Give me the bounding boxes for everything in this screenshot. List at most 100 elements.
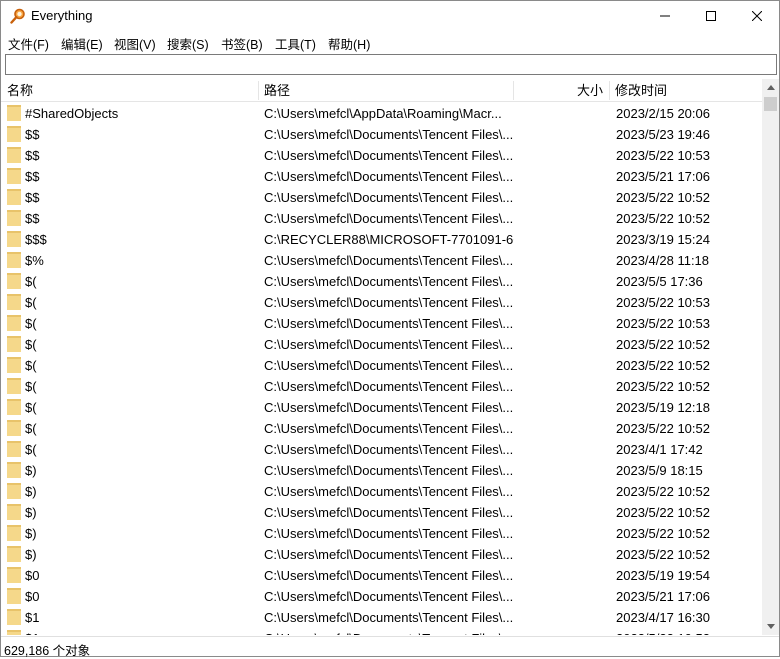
table-row[interactable]: $0 C:\Users\mefcl\Documents\Tencent Files… [1, 565, 762, 586]
folder-icon [7, 378, 21, 394]
file-modified: 2023/5/22 10:53 [616, 316, 710, 331]
table-row[interactable]: $) C:\Users\mefcl\Documents\Tencent Files… [1, 523, 762, 544]
folder-icon [7, 231, 21, 247]
file-path: C:\Users\mefcl\Documents\Tencent Files\.… [264, 505, 514, 520]
file-modified: 2023/5/9 18:15 [616, 463, 703, 478]
maximize-icon [706, 11, 716, 21]
magnifier-icon [10, 8, 25, 24]
table-row[interactable]: $$ C:\Users\mefcl\Documents\Tencent Files… [1, 166, 762, 187]
file-path: C:\Users\mefcl\Documents\Tencent Files\.… [264, 211, 514, 226]
results-list[interactable]: #SharedObjects C:\Users\mefcl\AppData\Roa… [1, 103, 762, 635]
app-window: Everything 文件(F) 编辑(E) 视图(V) 搜索(S) 书签(B)… [0, 0, 780, 658]
chevron-down-icon [766, 624, 775, 629]
table-row[interactable]: $(C:\Users\mefcl\Documents\Tencent Files… [1, 355, 762, 376]
file-path: C:\Users\mefcl\Documents\Tencent Files\.… [264, 295, 514, 310]
folder-icon [7, 336, 21, 352]
folder-icon [7, 126, 21, 142]
file-name: $) [25, 526, 37, 541]
vertical-scrollbar[interactable] [762, 79, 779, 635]
scroll-thumb[interactable] [764, 97, 777, 111]
file-path: C:\Users\mefcl\Documents\Tencent Files\.… [264, 127, 514, 142]
menu-tools[interactable]: 工具(T) [275, 34, 316, 53]
file-name: $( [25, 337, 37, 352]
search-input[interactable] [6, 55, 776, 74]
column-name[interactable]: 名称 [1, 79, 258, 102]
column-path[interactable]: 路径 [258, 79, 513, 102]
file-modified: 2023/5/22 10:52 [616, 211, 710, 226]
file-name: $( [25, 316, 37, 331]
scroll-down-button[interactable] [762, 618, 779, 635]
column-header: 名称 路径 大小 修改时间 [1, 79, 762, 102]
table-row[interactable]: $1 C:\Users\mefcl\Documents\Tencent Files… [1, 607, 762, 628]
folder-icon [7, 630, 21, 635]
file-name: $( [25, 400, 37, 415]
file-modified: 2023/5/22 10:52 [616, 547, 710, 562]
menu-file[interactable]: 文件(F) [8, 34, 49, 53]
folder-icon [7, 462, 21, 478]
object-count: 629,186 个对象 [4, 644, 91, 658]
file-name: $0 [25, 568, 40, 583]
file-name: $$ [25, 190, 40, 205]
file-path: C:\Users\mefcl\Documents\Tencent Files\.… [264, 253, 514, 268]
file-name: $( [25, 379, 37, 394]
file-modified: 2023/5/22 10:52 [616, 358, 710, 373]
table-row[interactable]: $$ C:\Users\mefcl\Documents\Tencent Files… [1, 208, 762, 229]
file-name: $1 [25, 610, 40, 625]
file-name: $$ [25, 211, 40, 226]
minimize-button[interactable] [642, 1, 688, 31]
table-row[interactable]: $(C:\Users\mefcl\Documents\Tencent Files… [1, 376, 762, 397]
table-row[interactable]: $) C:\Users\mefcl\Documents\Tencent Files… [1, 460, 762, 481]
file-path: C:\Users\mefcl\Documents\Tencent Files\.… [264, 463, 514, 478]
table-row[interactable]: $( C:\Users\mefcl\Documents\Tencent Files… [1, 397, 762, 418]
menu-edit[interactable]: 编辑(E) [61, 34, 103, 53]
table-row[interactable]: $(C:\Users\mefcl\Documents\Tencent Files… [1, 313, 762, 334]
maximize-button[interactable] [688, 1, 734, 31]
file-path: C:\Users\mefcl\Documents\Tencent Files\.… [264, 526, 514, 541]
column-modified[interactable]: 修改时间 [609, 79, 762, 102]
file-modified: 2023/4/1 17:42 [616, 442, 703, 457]
table-row[interactable]: $(C:\Users\mefcl\Documents\Tencent Files… [1, 418, 762, 439]
menu-help[interactable]: 帮助(H) [328, 34, 370, 53]
file-name: $$ [25, 127, 40, 142]
table-row[interactable]: $(C:\Users\mefcl\Documents\Tencent Files… [1, 334, 762, 355]
table-row[interactable]: $$ C:\Users\mefcl\Documents\Tencent Files… [1, 145, 762, 166]
table-row[interactable]: $) C:\Users\mefcl\Documents\Tencent Files… [1, 502, 762, 523]
table-row[interactable]: $1 C:\Users\mefcl\Documents\Tencent Files… [1, 628, 762, 635]
close-icon [752, 11, 762, 21]
folder-icon [7, 420, 21, 436]
table-row[interactable]: $(C:\Users\mefcl\Documents\Tencent Files… [1, 439, 762, 460]
window-title: Everything [31, 8, 93, 23]
menu-search[interactable]: 搜索(S) [167, 34, 209, 53]
table-row[interactable]: $0 C:\Users\mefcl\Documents\Tencent Files… [1, 586, 762, 607]
table-row[interactable]: $(C:\Users\mefcl\Documents\Tencent Files… [1, 271, 762, 292]
file-name: $0 [25, 589, 40, 604]
search-box [5, 54, 777, 75]
table-row[interactable]: $) C:\Users\mefcl\Documents\Tencent Files… [1, 481, 762, 502]
table-row[interactable]: $% C:\Users\mefcl\Documents\Tencent Files… [1, 250, 762, 271]
folder-icon [7, 315, 21, 331]
file-modified: 2023/5/21 17:06 [616, 169, 710, 184]
file-path: C:\Users\mefcl\Documents\Tencent Files\.… [264, 400, 514, 415]
table-row[interactable]: $) C:\Users\mefcl\Documents\Tencent Files… [1, 544, 762, 565]
file-path: C:\Users\mefcl\Documents\Tencent Files\.… [264, 484, 514, 499]
table-row[interactable]: $( C:\Users\mefcl\Documents\Tencent Files… [1, 292, 762, 313]
scroll-up-button[interactable] [762, 79, 779, 96]
menu-view[interactable]: 视图(V) [114, 34, 156, 53]
file-modified: 2023/5/22 10:52 [616, 190, 710, 205]
title-bar[interactable]: Everything [1, 1, 779, 31]
table-row[interactable]: $$$ C:\RECYCLER88\MICROSOFT-7701091-66...… [1, 229, 762, 250]
minimize-icon [660, 15, 670, 17]
table-row[interactable]: $$ C:\Users\mefcl\Documents\Tencent Files… [1, 124, 762, 145]
table-row[interactable]: $$ C:\Users\mefcl\Documents\Tencent Files… [1, 187, 762, 208]
table-row[interactable]: #SharedObjects C:\Users\mefcl\AppData\Roa… [1, 103, 762, 124]
file-modified: 2023/2/15 20:06 [616, 106, 710, 121]
menu-bookmarks[interactable]: 书签(B) [221, 34, 263, 53]
file-name: $) [25, 547, 37, 562]
column-size[interactable]: 大小 [513, 79, 609, 102]
close-button[interactable] [734, 1, 780, 31]
folder-icon [7, 105, 21, 121]
file-name: $( [25, 295, 37, 310]
folder-icon [7, 441, 21, 457]
file-name: $( [25, 274, 37, 289]
file-name: $) [25, 463, 37, 478]
